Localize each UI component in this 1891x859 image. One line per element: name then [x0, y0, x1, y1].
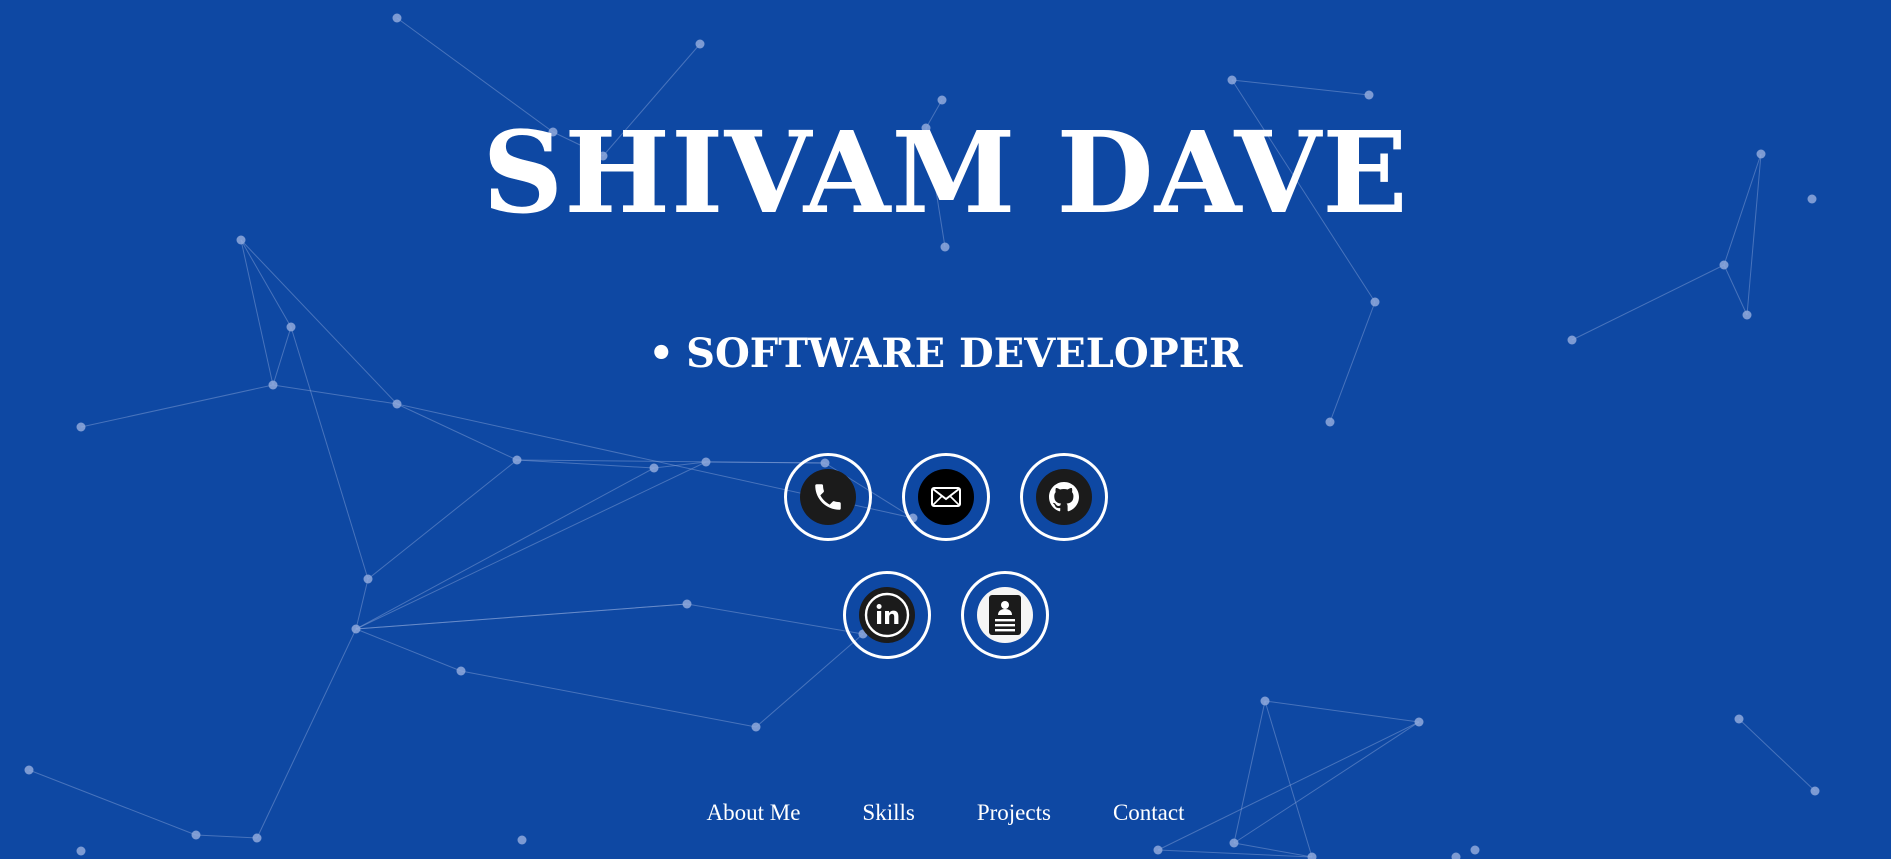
nav-projects[interactable]: Projects — [977, 800, 1051, 826]
network-node — [1742, 310, 1752, 320]
network-link — [1157, 721, 1420, 851]
network-node — [1364, 90, 1374, 100]
network-node — [1414, 717, 1424, 727]
network-node — [1325, 417, 1335, 427]
network-link — [80, 384, 274, 428]
network-link — [460, 670, 757, 728]
github-icon — [1035, 469, 1092, 525]
nav-about-me[interactable]: About Me — [707, 800, 801, 826]
network-node — [751, 722, 761, 732]
github-button[interactable] — [1019, 453, 1108, 541]
network-link — [1264, 700, 1420, 723]
network-link — [1264, 700, 1313, 858]
network-node — [76, 846, 86, 856]
linkedin-button[interactable] — [842, 571, 931, 659]
network-link — [195, 834, 258, 839]
contact-icons-row-1 — [0, 453, 1891, 541]
network-node — [252, 833, 262, 843]
network-link — [240, 239, 398, 405]
network-link — [272, 384, 398, 405]
network-node — [1227, 75, 1237, 85]
network-node — [191, 830, 201, 840]
nav-skills[interactable]: Skills — [862, 800, 914, 826]
network-node — [1810, 786, 1820, 796]
resume-icon — [976, 587, 1033, 643]
network-node — [1229, 838, 1239, 848]
network-node — [286, 322, 296, 332]
network-node — [1153, 845, 1163, 855]
nav-contact[interactable]: Contact — [1113, 800, 1185, 826]
network-node — [1734, 714, 1744, 724]
network-node — [392, 13, 402, 23]
network-link — [1738, 718, 1816, 792]
hero-role: • SOFTWARE DEVELOPER — [0, 334, 1891, 374]
network-node — [392, 399, 402, 409]
network-node — [1451, 852, 1461, 859]
network-link — [1231, 79, 1370, 96]
network-link — [1723, 264, 1748, 316]
network-node — [1307, 852, 1317, 859]
network-node — [1470, 845, 1480, 855]
phone-icon — [799, 469, 856, 525]
network-node — [695, 39, 705, 49]
network-link — [1157, 849, 1313, 858]
network-node — [268, 380, 278, 390]
network-node — [236, 235, 246, 245]
phone-button[interactable] — [783, 453, 872, 541]
role-text: SOFTWARE DEVELOPER — [686, 330, 1243, 377]
network-node — [937, 95, 947, 105]
network-node — [76, 422, 86, 432]
email-icon — [917, 469, 974, 525]
network-link — [1571, 264, 1725, 341]
hero-name: SHIVAM DAVE — [482, 108, 1409, 239]
bottom-navigation: About Me Skills Projects Contact — [0, 800, 1891, 826]
network-node — [24, 765, 34, 775]
network-node — [1719, 260, 1729, 270]
network-link — [240, 239, 292, 328]
network-node — [1260, 696, 1270, 706]
linkedin-icon — [858, 587, 915, 643]
role-bullet: • — [648, 330, 675, 377]
network-node — [940, 242, 950, 252]
network-node — [1370, 297, 1380, 307]
contact-icons-row-2 — [0, 571, 1891, 659]
email-button[interactable] — [901, 453, 990, 541]
network-link — [396, 403, 518, 461]
network-node — [517, 835, 527, 845]
resume-button[interactable] — [960, 571, 1049, 659]
network-node — [456, 666, 466, 676]
